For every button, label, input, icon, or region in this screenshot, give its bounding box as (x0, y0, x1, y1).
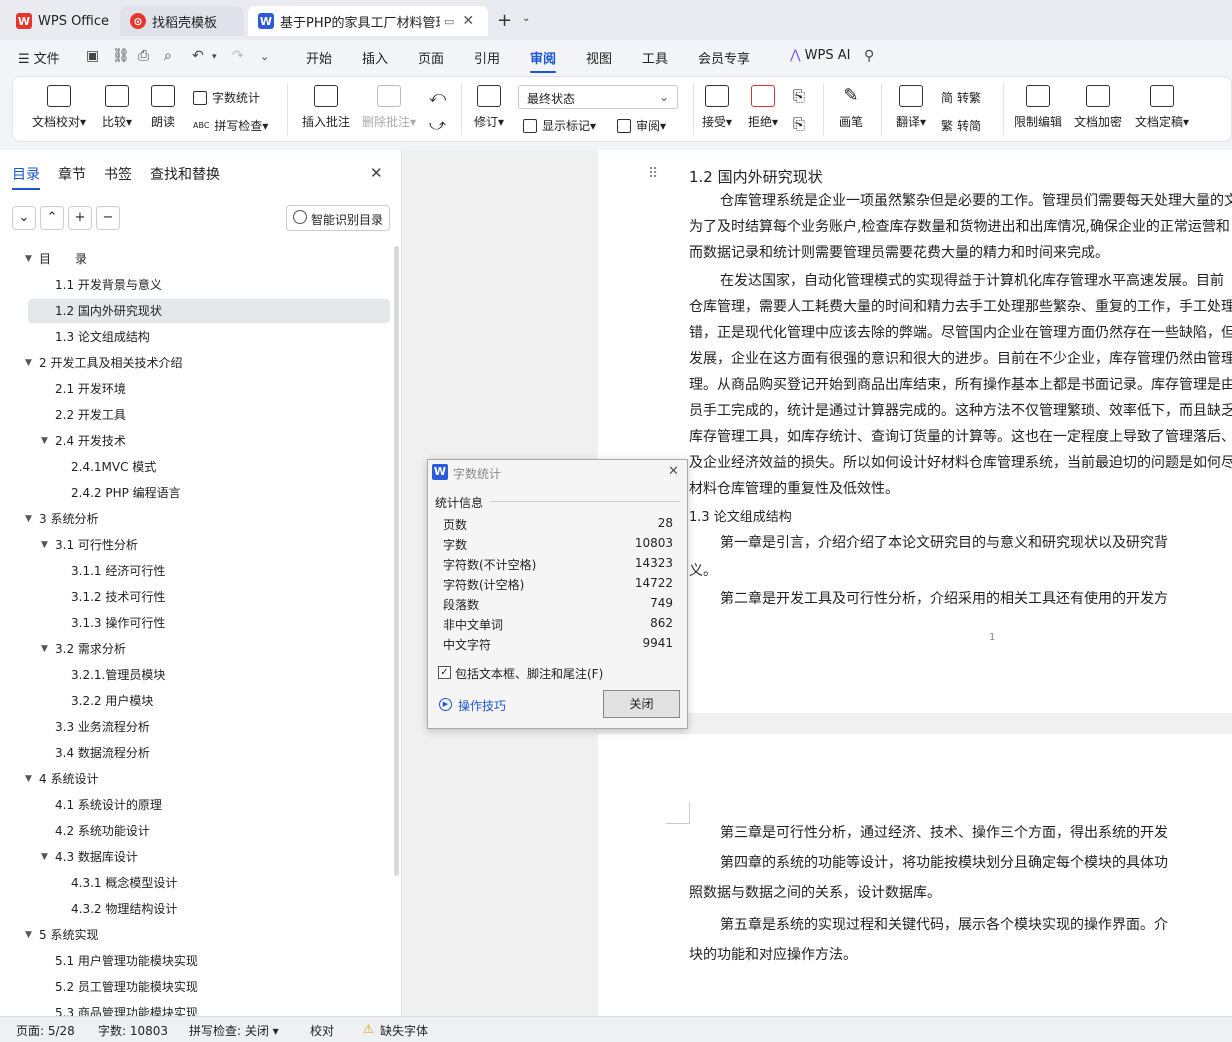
stat-row: 页数 28 (443, 516, 673, 536)
doc-line: 在发达国家，自动化管理模式的实现得益于计算机化库存管理水平高速发展。目前 (720, 273, 1224, 289)
stat-label: 段落数 (443, 598, 480, 612)
stat-row: 字数 10803 (443, 536, 673, 556)
stat-value: 9941 (642, 636, 673, 650)
doc-line: 错，正是现代化管理中应该去除的弊端。尽管国内企业在管理方面仍然存在一些缺陷，但 (689, 325, 1232, 341)
dialog-title: 字数统计 (453, 467, 502, 481)
doc-line: 第一章是引言，介绍介绍了本论文研究目的与意义和研究现状以及研究背 (720, 535, 1168, 551)
stat-value: 10803 (634, 536, 673, 550)
doc-line: 仓库管理系统是企业一项虽然繁杂但是必要的工作。管理员们需要每天处理大量的文 (720, 193, 1232, 209)
stat-label: 字数 (443, 538, 468, 552)
close-button[interactable]: 关闭 (603, 690, 680, 718)
word-count-indicator[interactable]: 字数: 10803 (98, 1022, 168, 1039)
doc-heading: 1.3 论文组成结构 (689, 510, 792, 525)
doc-line: 发展，企业在这方面有很强的意识和很大的进步。目前在不少企业，库存管理仍然由管理 (689, 351, 1232, 367)
word-count-dialog: W 字数统计 ✕ 统计信息 页数 28 字数 10803 字符数(不计空格) 14323 字… (427, 459, 688, 729)
stat-row: 中文字符 9941 (443, 636, 673, 656)
tips-link[interactable]: 操作技巧 (458, 697, 506, 714)
play-icon: ▶ (439, 698, 452, 711)
include-checkbox[interactable]: ✓ (438, 666, 451, 679)
stat-label: 字符数(不计空格) (443, 558, 537, 572)
doc-line: 块的功能和对应操作方法。 (689, 947, 857, 963)
stat-row: 非中文单词 862 (443, 616, 673, 636)
stat-label: 字符数(计空格) (443, 578, 525, 592)
doc-line: 材料仓库管理的重复性及低效性。 (689, 481, 899, 497)
doc-line: 而数据记录和统计则需要管理员需要花费大量的精力和时间来完成。 (689, 245, 1109, 261)
doc-line: 员手工完成的，统计是通过计算器完成的。这种方法不仅管理繁琐、效率低下，而且缺乏 (689, 403, 1232, 419)
doc-line: 照数据与数据之间的关系，设计数据库。 (689, 885, 941, 901)
doc-line: 仓库管理，需要人工耗费大量的时间和精力去手工处理那些繁杂、重复的工作，手工处理 (689, 299, 1232, 315)
proof-button[interactable]: 校对 (310, 1022, 334, 1039)
doc-line: 及企业经济效益的损失。所以如何设计好材料仓库管理系统，当前最迫切的问题是如何尽 (689, 455, 1232, 471)
stat-value: 28 (657, 516, 673, 530)
dialog-titlebar[interactable]: W 字数统计 ✕ (428, 460, 687, 486)
close-icon[interactable]: ✕ (668, 464, 679, 479)
stat-row: 字符数(计空格) 14722 (443, 576, 673, 596)
stat-label: 中文字符 (443, 638, 492, 652)
stat-value: 862 (650, 616, 673, 630)
doc-line: 理。从商品购买登记开始到商品出库结束，所有操作基本上都是书面记录。库存管理是由 (689, 377, 1232, 393)
writer-icon: W (432, 464, 448, 480)
page-indicator[interactable]: 页面: 5/28 (16, 1022, 75, 1039)
doc-line: 义。 (689, 563, 717, 579)
stat-value: 749 (650, 596, 673, 610)
doc-line: 第三章是可行性分析，通过经济、技术、操作三个方面，得出系统的开发 (720, 825, 1168, 841)
stat-row: 字符数(不计空格) 14323 (443, 556, 673, 576)
doc-line: 第四章的系统的功能等设计，将功能按模块划分且确定每个模块的具体功 (720, 855, 1168, 871)
stat-value: 14323 (634, 556, 673, 570)
missing-font-button[interactable]: 缺失字体 (380, 1022, 428, 1039)
doc-heading: 1.2 国内外研究现状 (689, 168, 823, 186)
warning-icon: ⚠ (363, 1022, 374, 1036)
doc-line: 为了及时结算每个业务账户,检查库存数量和货物进出和出库情况,确保企业的正常运营和 (689, 219, 1230, 235)
doc-line: 库存管理工具，如库存统计、查询订货量的计算等。这也在一定程度上导致了管理落后、 (689, 429, 1232, 445)
spell-status[interactable]: 拼写检查: 关闭 ▾ (189, 1022, 279, 1039)
doc-line: 第二章是开发工具及可行性分析，介绍采用的相关工具还有使用的开发方 (720, 591, 1168, 607)
stat-row: 段落数 749 (443, 596, 673, 616)
checkbox-label: 包括文本框、脚注和尾注(F) (455, 667, 604, 681)
doc-line: 第五章是系统的实现过程和关键代码，展示各个模块实现的操作界面。介 (720, 917, 1168, 933)
stat-value: 14722 (634, 576, 673, 590)
stat-label: 页数 (443, 518, 468, 532)
status-bar: 页面: 5/28 字数: 10803 拼写检查: 关闭 ▾ 校对 ⚠ 缺失字体 (0, 1016, 1232, 1042)
section-title: 统计信息 (435, 496, 484, 510)
stat-label: 非中文单词 (443, 618, 504, 632)
